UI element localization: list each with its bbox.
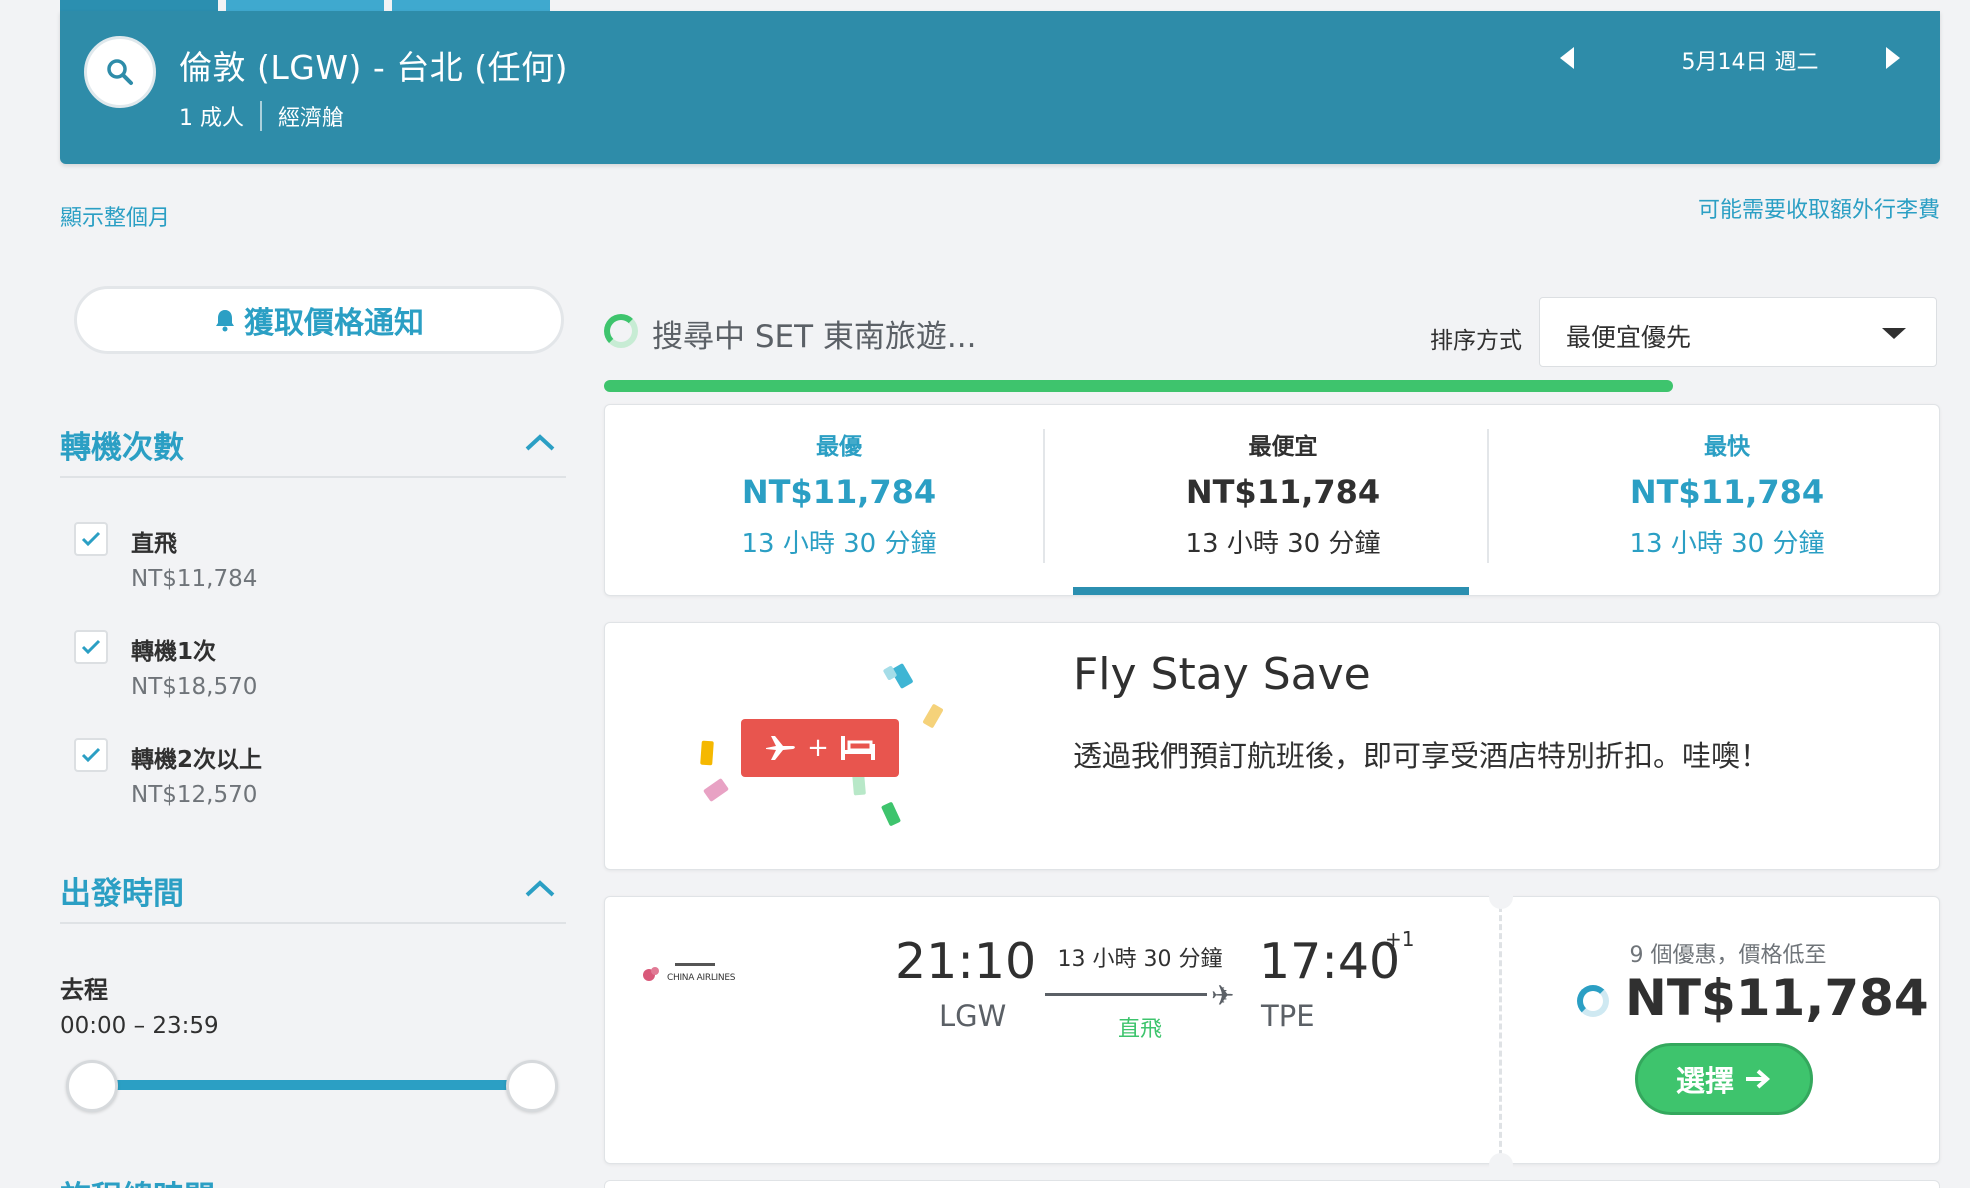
- divider: [1487, 429, 1489, 563]
- flight-result-card[interactable]: CHINA AIRLINES 21:10 LGW 13 小時 30 分鐘 ✈ 直…: [604, 885, 1940, 1177]
- stops-one-checkbox[interactable]: [74, 630, 108, 664]
- show-whole-month-link[interactable]: 顯示整個月: [60, 200, 170, 232]
- departure-slider-track[interactable]: [92, 1080, 532, 1090]
- tab-cheapest-duration: 13 小時 30 分鐘: [1185, 529, 1381, 559]
- caret-down-icon: [1882, 328, 1906, 339]
- active-tab-indicator: [1073, 587, 1469, 595]
- confetti-decoration: [880, 801, 902, 827]
- stops-two-plus-checkbox[interactable]: [74, 738, 108, 772]
- loading-spinner-icon: [604, 314, 638, 348]
- ticket-notch: [1489, 1153, 1513, 1177]
- traveller-summary: 1 成人 經濟艙: [179, 100, 344, 132]
- check-icon: [81, 747, 101, 763]
- stops-direct-checkbox[interactable]: [74, 522, 108, 556]
- stops-two-plus-price: NT$12,570: [131, 782, 258, 808]
- ticket-divider: [1499, 897, 1502, 1165]
- stops-direct-price: NT$11,784: [131, 566, 258, 592]
- tab-cheapest-label: 最便宜: [1248, 434, 1318, 460]
- stops-one-price: NT$18,570: [131, 674, 258, 700]
- stops-info: 直飛: [1117, 1017, 1162, 1042]
- flight-path-line: [1045, 993, 1207, 996]
- departure-time: 21:10: [895, 933, 1037, 990]
- select-flight-button[interactable]: 選擇: [1635, 1043, 1813, 1115]
- sort-select[interactable]: 最便宜優先: [1539, 297, 1937, 367]
- confetti-decoration: [700, 740, 714, 766]
- edit-search-button[interactable]: [84, 36, 156, 108]
- cabin-class: 經濟艙: [278, 106, 345, 131]
- arrival-airport: TPE: [1261, 999, 1315, 1033]
- fly-plus-hotel-badge: +: [741, 719, 899, 777]
- arrow-right-icon: [1746, 1069, 1771, 1089]
- airplane-icon: ✈: [1211, 979, 1235, 1012]
- departure-time-filter-header[interactable]: 出發時間: [60, 864, 566, 924]
- search-status-text: 搜尋中 SET 東南旅遊...: [652, 319, 977, 355]
- promo-title: Fly Stay Save: [1073, 649, 1371, 700]
- tab-fastest[interactable]: 最快 NT$11,784 13 小時 30 分鐘: [1507, 427, 1947, 560]
- plus-sign: +: [807, 733, 829, 763]
- next-date-arrow-icon[interactable]: [1886, 47, 1900, 69]
- duration-filter-title[interactable]: 旅程總時間: [60, 1172, 215, 1188]
- tab-cars[interactable]: [392, 0, 550, 11]
- bed-icon: [840, 736, 875, 760]
- sort-selected-value: 最便宜優先: [1566, 323, 1692, 352]
- fly-stay-save-banner[interactable]: + Fly Stay Save 透過我們預訂航班後，即可享受酒店特別折扣。哇噢！: [604, 622, 1940, 870]
- divider: [260, 101, 262, 131]
- sort-label: 排序方式: [1430, 328, 1522, 354]
- chevron-up-icon[interactable]: [524, 432, 556, 452]
- stops-two-plus-label[interactable]: 轉機2次以上: [131, 740, 262, 774]
- prev-date-arrow-icon[interactable]: [1560, 47, 1574, 69]
- tab-best-duration: 13 小時 30 分鐘: [741, 529, 937, 559]
- airplane-icon: [766, 736, 795, 760]
- departure-time-filter-title: 出發時間: [60, 876, 184, 912]
- tab-fastest-price: NT$11,784: [1629, 473, 1825, 511]
- departure-slider-min-handle[interactable]: [66, 1060, 118, 1112]
- divider: [1043, 429, 1045, 563]
- top-tab-strip: [60, 0, 550, 11]
- outbound-label: 去程: [60, 976, 108, 1004]
- tab-fastest-duration: 13 小時 30 分鐘: [1629, 529, 1825, 559]
- stops-filter-header[interactable]: 轉機次數: [60, 418, 566, 478]
- check-icon: [81, 639, 101, 655]
- airline-name: CHINA AIRLINES: [667, 973, 736, 983]
- selected-date[interactable]: 5月14日 週二: [1650, 44, 1850, 76]
- tab-best[interactable]: 最優 NT$11,784 13 小時 30 分鐘: [619, 427, 1059, 560]
- tab-flights[interactable]: [60, 0, 218, 11]
- tab-best-label: 最優: [816, 434, 862, 460]
- promo-subtitle: 透過我們預訂航班後，即可享受酒店特別折扣。哇噢！: [1073, 739, 1770, 773]
- price-alert-button[interactable]: 獲取價格通知: [74, 286, 564, 354]
- select-button-label: 選擇: [1675, 1064, 1734, 1098]
- tab-cheapest[interactable]: 最便宜 NT$11,784 13 小時 30 分鐘: [1063, 427, 1503, 560]
- check-icon: [81, 531, 101, 547]
- tab-hotels[interactable]: [226, 0, 384, 11]
- tab-fastest-label: 最快: [1704, 434, 1750, 460]
- price-alert-label: 獲取價格通知: [244, 306, 424, 341]
- arrival-time: 17:40: [1259, 933, 1401, 990]
- day-offset: +1: [1385, 927, 1415, 951]
- stops-direct-label[interactable]: 直飛: [131, 524, 177, 558]
- flight-price: NT$11,784: [1625, 969, 1929, 1027]
- loading-spinner-icon: [1577, 985, 1609, 1017]
- deals-count: 9 個優惠，價格低至: [1629, 943, 1827, 968]
- confetti-decoration: [702, 777, 730, 803]
- tab-cheapest-price: NT$11,784: [1185, 473, 1381, 511]
- search-icon: [107, 59, 133, 85]
- search-progress-bar: [604, 380, 1673, 392]
- chevron-up-icon[interactable]: [524, 878, 556, 898]
- passenger-count: 1 成人: [179, 106, 244, 131]
- stops-one-label[interactable]: 轉機1次: [131, 632, 216, 666]
- departure-airport: LGW: [939, 999, 1007, 1033]
- baggage-fees-link[interactable]: 可能需要收取額外行李費: [1698, 192, 1940, 224]
- outbound-time-range: 00:00 – 23:59: [60, 1013, 219, 1039]
- ticket-notch: [1489, 885, 1513, 909]
- next-result-card[interactable]: [604, 1180, 1940, 1188]
- result-sort-tabs: 最優 NT$11,784 13 小時 30 分鐘 最便宜 NT$11,784 1…: [604, 404, 1940, 596]
- flight-duration: 13 小時 30 分鐘: [1057, 947, 1223, 972]
- search-summary-header: 倫敦 (LGW) - 台北 (任何) 1 成人 經濟艙 5月14日 週二: [60, 11, 1940, 164]
- bell-icon: [216, 310, 234, 332]
- route-title: 倫敦 (LGW) - 台北 (任何): [179, 48, 568, 87]
- tab-best-price: NT$11,784: [741, 473, 937, 511]
- confetti-decoration: [922, 703, 944, 729]
- departure-slider-max-handle[interactable]: [506, 1060, 558, 1112]
- stops-filter-title: 轉機次數: [60, 430, 184, 466]
